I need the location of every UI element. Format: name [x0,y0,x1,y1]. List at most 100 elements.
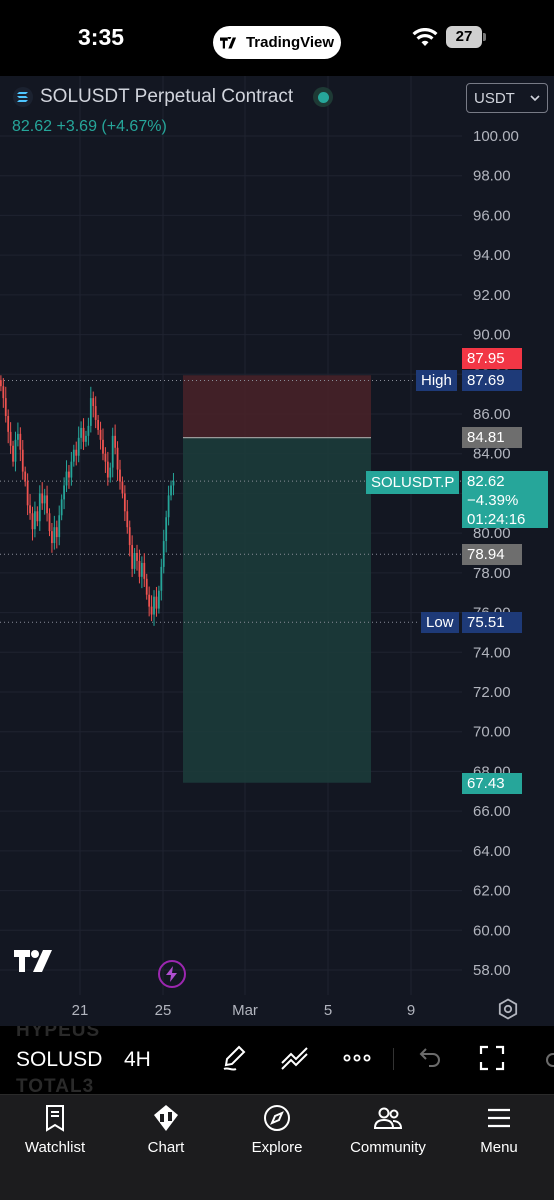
currency-select-value: USDT [474,89,515,107]
trend-line-tools-icon[interactable] [280,1043,310,1073]
candle-body [128,527,131,546]
last-price: 82.62 [467,473,505,490]
low-label-tag: Low [421,612,459,633]
symbol-selector[interactable]: SOLUSD [16,1048,102,1072]
tab-explore-label: Explore [251,1139,303,1156]
candle-body [51,531,53,544]
time-axis-label: 5 [324,1002,332,1019]
candle-body [114,435,117,448]
candle-body [2,386,5,399]
price-axis-label: 94.00 [473,247,511,264]
price-axis-label: 64.00 [473,843,511,860]
tab-menu[interactable]: Menu [444,1103,554,1156]
price-axis-label: 78.00 [473,565,511,582]
candle-body [72,449,75,462]
solana-coin-icon [13,87,33,107]
tab-watchlist[interactable]: Watchlist [0,1103,110,1156]
undo-icon[interactable] [414,1043,444,1073]
candle-body [97,419,100,430]
brush-icon[interactable] [219,1043,249,1073]
candle-body [63,485,65,500]
tab-community-label: Community [350,1139,426,1156]
price-axis-label: 70.00 [473,724,511,741]
tab-watchlist-label: Watchlist [24,1139,86,1156]
hamburger-icon [488,1108,510,1128]
ghost-symbol-below: TOTAL3 [16,1076,95,1094]
battery-level: 27 [446,26,482,48]
candle-body [24,471,27,482]
candle-body [38,493,41,522]
price-axis-label: 96.00 [473,207,511,224]
candle-body [150,606,153,615]
tradingview-pill-label: TradingView [245,34,335,51]
people-icon [373,1107,403,1129]
candle-body [92,398,95,407]
candle-body [21,449,24,472]
candle-body [99,429,102,440]
price-axis-label: 100.00 [473,128,519,145]
last-price-tag: 82.62 −4.39% 01:24:16 [462,471,548,528]
candle-body [121,481,124,494]
candle-body [34,511,36,530]
candle-body [104,453,107,462]
candle-body [165,517,168,542]
stop-loss-zone [183,375,371,438]
candle-body [77,437,80,456]
candle-body [143,562,146,579]
candle-body [94,406,97,420]
last-price-change: −4.39% [467,492,519,509]
candle-body [145,578,148,595]
chart-pane[interactable]: 100.0098.0096.0094.0092.0090.0088.0086.0… [0,76,554,1026]
candle-body [123,493,126,512]
candle-body [153,596,155,615]
candle-body [148,594,151,607]
more-icon[interactable] [342,1043,372,1073]
tab-community[interactable]: Community [333,1103,443,1156]
lightning-icon[interactable] [158,960,186,988]
candle-body [136,552,138,561]
price-axis-label: 92.00 [473,287,511,304]
candle-body [131,545,134,569]
candle-body [160,566,163,591]
candle-body [48,513,51,532]
candle-body [109,467,112,478]
tab-menu-label: Menu [480,1139,518,1156]
tab-explore[interactable]: Explore [222,1103,332,1156]
status-time: 3:35 [78,24,125,50]
candle-body [119,469,121,482]
candle-body [0,380,2,387]
tab-chart[interactable]: Chart [111,1103,221,1156]
price-axis-label: 74.00 [473,644,511,661]
candle-body [80,427,82,438]
candle-body [29,505,31,514]
currency-select[interactable]: USDT [466,83,548,113]
symbol-title: SOLUSDT Perpetual Contract [40,86,294,107]
symbol-header[interactable]: SOLUSDT Perpetual Contract [12,86,334,108]
time-axis-label: 21 [72,1002,89,1019]
candle-body [155,596,158,609]
tradingview-pill[interactable]: TradingView [213,26,341,59]
redo-icon[interactable] [542,1043,554,1073]
price-axis-label: 58.00 [473,962,511,979]
price-axis-label: 84.00 [473,446,511,463]
fullscreen-icon[interactable] [477,1043,507,1073]
bar-countdown: 01:24:16 [467,511,526,528]
candle-body [58,515,61,538]
interval-selector[interactable]: 4H [124,1048,151,1072]
stop-price-tag: 87.95 [462,348,522,369]
prev-close-tag: 78.94 [462,544,522,565]
high-price-tag: 87.69 [462,370,522,391]
candle-body [82,427,85,442]
candle-body [68,471,70,478]
candles-icon [154,1105,178,1131]
chevron-down-icon [530,95,540,102]
bookmark-icon [46,1105,64,1132]
chart-settings-icon[interactable] [497,998,519,1020]
candle-body [41,493,44,504]
price-axis-label: 66.00 [473,803,511,820]
time-axis-label: 9 [407,1002,415,1019]
quote-line: 82.62 +3.69 (+4.67%) [12,118,167,135]
price-axis-label: 98.00 [473,168,511,185]
ghost-symbol-above: HYPEUS [16,1026,101,1041]
symbol-price-tag: SOLUSDT.P [366,471,460,494]
